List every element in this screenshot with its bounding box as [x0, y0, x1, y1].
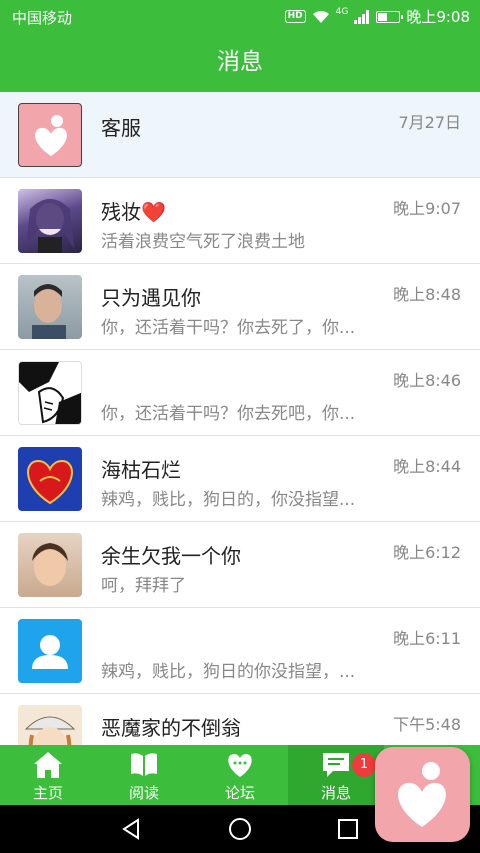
message-time: 晚上6:11: [393, 629, 461, 648]
tab-home[interactable]: 主页: [0, 745, 96, 805]
contact-name: 恶魔家的不倒翁: [101, 716, 241, 740]
boy-photo-avatar: [18, 533, 82, 597]
conversation-row[interactable]: 晚上6:11 辣鸡，贱比，狗日的你没指望，...: [0, 608, 480, 694]
contact-name: 余生欠我一个你: [101, 544, 241, 568]
carrier-name: 中国移动: [12, 9, 73, 27]
contact-name: 残妆❤️: [101, 200, 166, 224]
message-preview: 辣鸡，贱比，狗日的，你没指望...: [101, 490, 356, 510]
tab-label: 阅读: [128, 784, 159, 802]
tab-label: 论坛: [224, 784, 255, 802]
floating-logo-button[interactable]: [375, 747, 470, 842]
battery-icon: [376, 10, 404, 23]
message-preview: 呵，拜拜了: [101, 576, 186, 596]
default-user-avatar: [18, 619, 82, 683]
anime-girl-avatar: [18, 189, 82, 253]
heart-logo-icon: [398, 762, 446, 827]
conversation-row[interactable]: 恶魔家的不倒翁 下午5:48: [0, 694, 480, 745]
wifi-icon: [312, 10, 329, 23]
message-time: 晚上9:07: [393, 199, 461, 218]
message-list[interactable]: 客服 7月27日 残妆❤️ 晚上9:07 活着浪费空气死了浪费土地 只为遇见你 …: [0, 92, 480, 745]
back-icon[interactable]: [120, 817, 144, 841]
red-heart-avatar: [18, 447, 82, 511]
status-bar: 中国移动 HD 4G 晚上9:08: [0, 0, 480, 33]
tab-forum[interactable]: 论坛: [192, 745, 288, 805]
unread-badge: 1: [352, 753, 376, 777]
heart-logo-avatar: [18, 103, 82, 167]
signal-icon: [354, 9, 370, 24]
message-time: 晚上8:48: [393, 285, 461, 304]
message-time: 晚上6:12: [393, 543, 461, 562]
message-time: 下午5:48: [393, 715, 461, 734]
book-icon: [131, 753, 157, 776]
hd-indicator: HD: [284, 10, 306, 23]
conversation-row[interactable]: 晚上8:46 你，还活着干吗？你去死吧，你...: [0, 350, 480, 436]
man-photo-avatar: [18, 275, 82, 339]
contact-name: 海枯石烂: [101, 458, 181, 482]
tab-label: 消息: [320, 784, 351, 802]
message-preview: 活着浪费空气死了浪费土地: [101, 232, 305, 252]
message-time: 晚上8:46: [393, 371, 461, 390]
message-time: 7月27日: [398, 113, 461, 132]
message-preview: 你，还活着干吗？你去死吧，你...: [101, 404, 356, 424]
anime-hat-avatar: [18, 705, 82, 745]
home-circle-icon[interactable]: [228, 817, 252, 841]
conversation-row[interactable]: 只为遇见你 晚上8:48 你，还活着干吗？你去死了，你...: [0, 264, 480, 350]
conversation-row[interactable]: 客服 7月27日: [0, 92, 480, 178]
sketch-avatar: [18, 361, 82, 425]
conversation-row[interactable]: 海枯石烂 晚上8:44 辣鸡，贱比，狗日的，你没指望...: [0, 436, 480, 522]
conversation-row[interactable]: 余生欠我一个你 晚上6:12 呵，拜拜了: [0, 522, 480, 608]
page-title: 消息: [0, 33, 480, 92]
contact-name: 只为遇见你: [101, 286, 201, 310]
home-icon: [34, 752, 62, 778]
tab-label: 主页: [32, 784, 63, 802]
message-preview: 辣鸡，贱比，狗日的你没指望，...: [101, 662, 356, 682]
message-preview: 你，还活着干吗？你去死了，你...: [101, 318, 356, 338]
recents-icon[interactable]: [336, 817, 360, 841]
network-type: 4G: [335, 6, 349, 17]
message-icon: [323, 753, 349, 777]
message-time: 晚上8:44: [393, 457, 461, 476]
conversation-row[interactable]: 残妆❤️ 晚上9:07 活着浪费空气死了浪费土地: [0, 178, 480, 264]
clock: 晚上9:08: [406, 8, 470, 26]
heart-chat-icon: [228, 754, 252, 777]
contact-name: 客服: [101, 116, 141, 140]
tab-reading[interactable]: 阅读: [96, 745, 192, 805]
